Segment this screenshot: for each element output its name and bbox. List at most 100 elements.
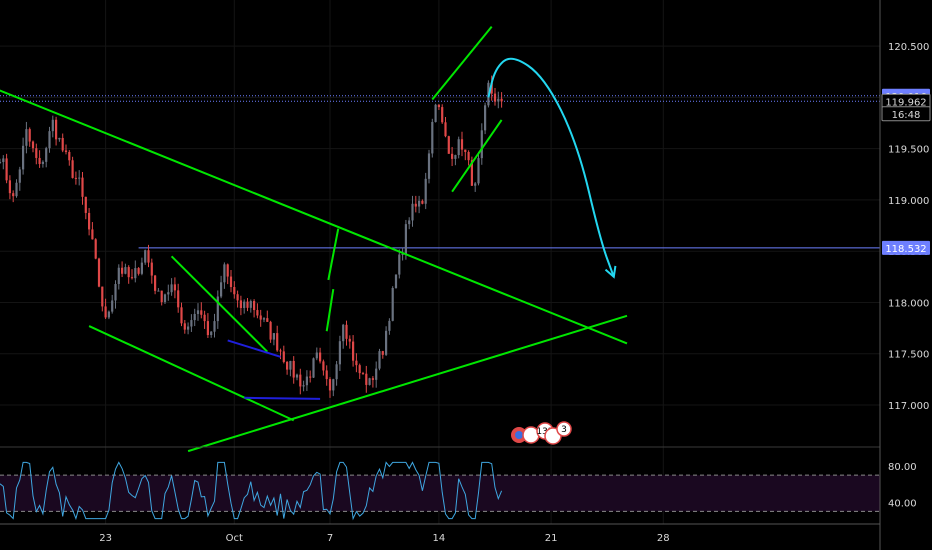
candle-body (328, 379, 332, 391)
candle-body (385, 330, 388, 355)
x-tick-label: 23 (99, 533, 112, 544)
candle-body (309, 376, 312, 378)
candle-body (154, 275, 157, 291)
candle-body (160, 290, 163, 303)
candle-body (130, 277, 134, 279)
candle-body (81, 177, 84, 197)
candle-body (345, 324, 348, 339)
candle-body (431, 121, 434, 154)
candle-body (5, 158, 8, 181)
candle-body (183, 323, 186, 330)
y-tick-label: 117.500 (888, 350, 929, 361)
candle-body (381, 351, 384, 355)
candle-body (91, 229, 94, 240)
candle-body (206, 321, 209, 336)
candle-body (358, 365, 361, 374)
candle-body (31, 141, 35, 149)
candle-body (233, 286, 236, 295)
candle-body (104, 306, 107, 318)
candle-body (464, 149, 467, 152)
blue-trendline[interactable] (244, 396, 321, 400)
candle-body (249, 301, 252, 308)
candle-body (38, 157, 41, 164)
candle-body (210, 331, 213, 336)
candle-body (117, 267, 120, 284)
candle-body (305, 376, 308, 386)
candle-body (18, 169, 21, 183)
candle-body (170, 284, 173, 293)
candle-body (282, 351, 285, 362)
candle-body (424, 178, 427, 204)
y-tick-label: 120.500 (888, 42, 929, 53)
candle-body (12, 193, 15, 197)
candle-body (292, 360, 295, 378)
candle-body (272, 333, 275, 340)
candle-body (97, 258, 101, 287)
candle-body (180, 307, 183, 324)
candle-body (35, 148, 38, 158)
candle-body (335, 364, 338, 380)
candle-body (342, 324, 345, 342)
candle-body (41, 161, 44, 164)
candle-body (388, 320, 391, 331)
candle-body (484, 105, 487, 131)
chart-background (0, 0, 932, 550)
candle-body (45, 148, 48, 162)
rsi-tick-label: 40.00 (888, 498, 917, 509)
candle-body (68, 151, 71, 161)
candle-body (447, 136, 450, 154)
candle-body (259, 315, 262, 320)
candle-body (279, 350, 282, 352)
candle-body (451, 153, 454, 159)
candle-body (302, 385, 305, 387)
candle-body (213, 321, 216, 332)
candle-body (74, 177, 77, 179)
candle-body (365, 373, 368, 385)
candle-body (157, 290, 160, 292)
candle-body (444, 122, 447, 137)
candle-body (84, 196, 87, 213)
candle-body (467, 151, 470, 161)
candle-body (55, 119, 58, 140)
price-chart[interactable]: 117.000117.500118.000118.500119.000119.5… (0, 0, 932, 550)
candle-body (101, 286, 104, 307)
x-tick-label: Oct (226, 533, 243, 544)
candle-body (173, 284, 176, 291)
candle-body (262, 318, 266, 320)
candle-body (236, 294, 239, 301)
candle-body (441, 107, 444, 123)
candle-body (414, 203, 417, 207)
y-axis[interactable]: 117.000117.500118.000118.500119.000119.5… (879, 0, 932, 550)
candle-body (88, 212, 91, 230)
y-tick-label: 119.000 (888, 196, 929, 207)
candle-body (348, 338, 351, 342)
candle-body (163, 294, 167, 303)
candle-body (124, 267, 127, 274)
candle-body (404, 224, 407, 254)
candle-body (269, 321, 272, 340)
candle-body (243, 301, 246, 308)
rsi-tick-label: 80.00 (888, 462, 917, 473)
candle-body (177, 290, 180, 308)
candle-body (71, 160, 74, 178)
candle-body (48, 131, 51, 149)
candle-body (474, 183, 477, 186)
candle-body (460, 139, 464, 150)
candle-body (457, 139, 460, 156)
candle-body (61, 137, 64, 151)
candle-body (137, 268, 140, 274)
candle-body (220, 282, 223, 297)
candle-body (107, 311, 110, 318)
candle-body (394, 274, 398, 288)
rsi-band (0, 475, 880, 512)
candle-body (203, 314, 206, 322)
candle-body (78, 177, 81, 179)
candle-body (8, 180, 11, 194)
candle-body (427, 153, 431, 179)
x-tick-label: 21 (545, 533, 558, 544)
candle-body (25, 129, 28, 146)
candle-body (286, 361, 289, 370)
candle-body (64, 150, 68, 152)
candle-body (500, 98, 503, 102)
candle-body (477, 158, 480, 184)
